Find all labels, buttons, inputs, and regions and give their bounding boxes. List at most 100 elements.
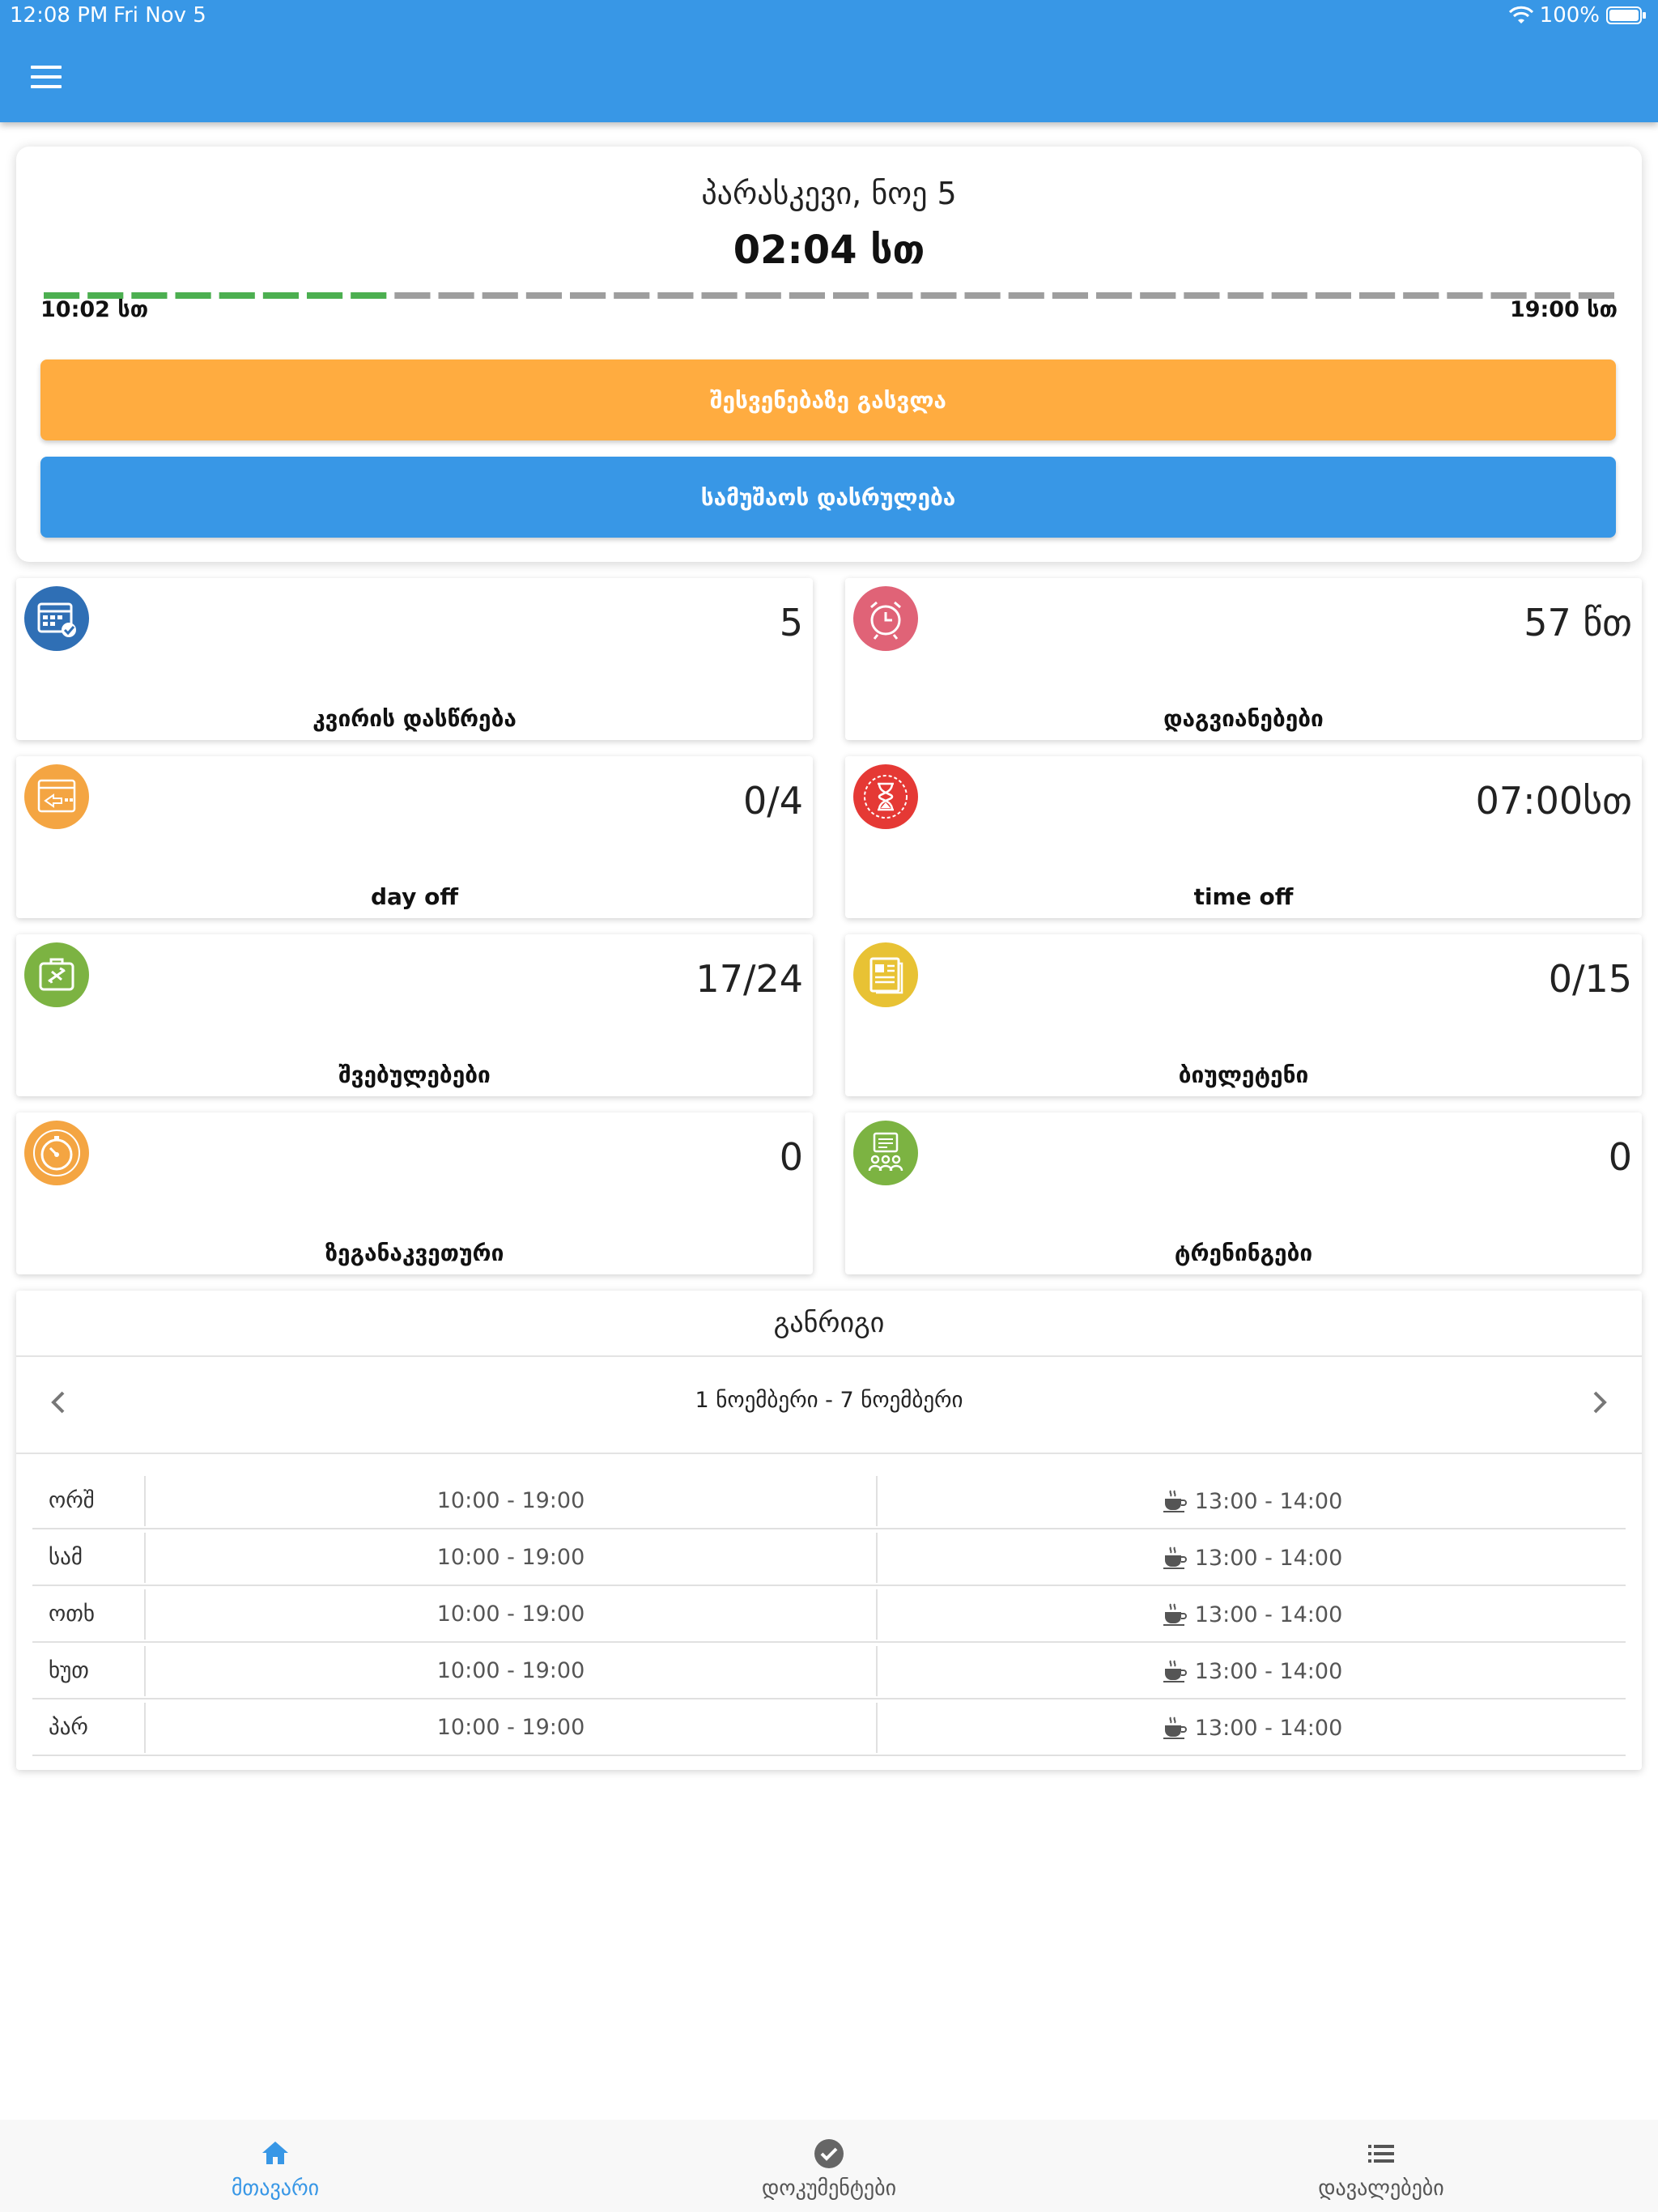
progress-segment-remaining (920, 292, 957, 299)
chevron-right-icon[interactable] (1587, 1386, 1611, 1419)
calendar-check-icon (24, 586, 89, 651)
app-header: 12:08 PM Fri Nov 5 100% (0, 0, 1658, 122)
stat-value: 17/24 (695, 957, 803, 1001)
progress-segment-remaining (1184, 292, 1220, 299)
progress-segment-done (307, 292, 343, 299)
stat-value: 57 წთ (1524, 601, 1632, 644)
stopwatch-icon (24, 1121, 89, 1185)
progress-segment-remaining (614, 292, 650, 299)
progress-segment-done (219, 292, 255, 299)
shift-start-time: 10:02 სთ (40, 297, 149, 322)
status-indicators: 100% (1508, 3, 1647, 28)
progress-segment-remaining (1140, 292, 1176, 299)
progress-segment-remaining (1096, 292, 1133, 299)
stat-tile-time-off[interactable]: 07:00სთ time off (845, 756, 1642, 918)
stat-label: კვირის დასწრება (312, 705, 517, 732)
progress-segment-remaining (525, 292, 562, 299)
battery-icon (1606, 6, 1646, 24)
schedule-day: ორშ (49, 1488, 95, 1513)
stat-tile-trainings[interactable]: 0 ტრენინგები (845, 1112, 1642, 1274)
schedule-day: ხუთ (49, 1658, 89, 1683)
tab-label: დოკუმენტები (761, 2176, 897, 2201)
coffee-cup-icon (1163, 1546, 1187, 1569)
progress-segment-remaining (745, 292, 781, 299)
worked-time: 02:04 სთ (733, 228, 925, 273)
coffee-cup-icon (1163, 1716, 1187, 1739)
progress-segment-remaining (1227, 292, 1264, 299)
stat-tile-weekly-attendance[interactable]: 5 კვირის დასწრება (16, 578, 813, 740)
progress-segment-remaining (1447, 292, 1483, 299)
progress-segment-remaining (1271, 292, 1307, 299)
tab-label: დავალებები (1318, 2176, 1444, 2201)
tab-home[interactable]: მთავარი (113, 2120, 437, 2212)
progress-segment-done (351, 292, 387, 299)
progress-segment-remaining (789, 292, 825, 299)
stat-label: time off (1193, 883, 1294, 910)
stat-value: 5 (779, 601, 803, 644)
progress-segment-remaining (657, 292, 694, 299)
stat-tile-sick-leave[interactable]: 0/15 ბიულეტენი (845, 934, 1642, 1096)
progress-segment-remaining (482, 292, 518, 299)
schedule-title: განრიგი (773, 1307, 885, 1339)
schedule-hours: 10:00 - 19:00 (436, 1488, 585, 1513)
coffee-cup-icon (1163, 1660, 1187, 1682)
break-time: 13:00 - 14:00 (1194, 1545, 1343, 1571)
coffee-cup-icon (1163, 1603, 1187, 1626)
today-card: პარასკევი, ნოე 5 02:04 სთ 10:02 სთ 19:00… (16, 147, 1642, 562)
schedule-break: 13:00 - 14:00 (878, 1529, 1626, 1586)
stat-label: შვებულებები (338, 1061, 491, 1088)
tab-label: მთავარი (231, 2176, 320, 2201)
schedule-hours: 10:00 - 19:00 (436, 1602, 585, 1627)
stat-value: 07:00სთ (1475, 779, 1632, 823)
battery-percent: 100% (1539, 3, 1600, 28)
schedule-hours: 10:00 - 19:00 (436, 1545, 585, 1570)
calendar-arrow-icon (24, 764, 89, 829)
stat-label: ზეგანაკვეთური (325, 1240, 504, 1266)
stat-tile-vacations[interactable]: 17/24 შვებულებები (16, 934, 813, 1096)
stat-label: day off (371, 883, 458, 910)
schedule-table: ორშ 10:00 - 19:00 13:00 - 14:00 სამ 10:0… (32, 1473, 1626, 1756)
schedule-break: 13:00 - 14:00 (878, 1699, 1626, 1756)
status-time: 12:08 PM (10, 3, 108, 28)
status-date: Fri Nov 5 (113, 3, 206, 28)
progress-segment-remaining (833, 292, 869, 299)
schedule-row: ხუთ 10:00 - 19:00 13:00 - 14:00 (32, 1643, 1626, 1699)
schedule-row: სამ 10:00 - 19:00 13:00 - 14:00 (32, 1529, 1626, 1586)
progress-segment-remaining (1052, 292, 1088, 299)
stat-tile-day-off[interactable]: 0/4 day off (16, 756, 813, 918)
progress-segment-remaining (877, 292, 913, 299)
progress-segment-remaining (438, 292, 474, 299)
stat-label: ტრენინგები (1174, 1240, 1313, 1266)
stat-value: 0/15 (1548, 957, 1632, 1001)
stat-tile-lateness[interactable]: 57 წთ დაგვიანებები (845, 578, 1642, 740)
break-time: 13:00 - 14:00 (1194, 1602, 1343, 1627)
progress-segment-remaining (394, 292, 431, 299)
stat-value: 0 (1608, 1135, 1632, 1179)
stat-label: ბიულეტენი (1178, 1061, 1309, 1088)
stat-tile-overtime[interactable]: 0 ზეგანაკვეთური (16, 1112, 813, 1274)
divider (16, 1355, 1642, 1357)
bottom-tab-bar: მთავარი დოკუმენტები დავალებები (0, 2120, 1658, 2212)
tab-documents[interactable]: დოკუმენტები (667, 2120, 991, 2212)
schedule-day: პარ (49, 1715, 88, 1740)
hamburger-menu-icon[interactable] (31, 66, 62, 90)
go-on-break-button[interactable]: შესვენებაზე გასვლა (40, 359, 1616, 440)
tab-tasks[interactable]: დავალებები (1219, 2120, 1543, 2212)
schedule-break: 13:00 - 14:00 (878, 1586, 1626, 1643)
progress-segment-remaining (964, 292, 1001, 299)
hourglass-icon (853, 764, 918, 829)
schedule-break: 13:00 - 14:00 (878, 1643, 1626, 1699)
shift-end-time: 19:00 სთ (1509, 297, 1618, 322)
alarm-clock-icon (853, 586, 918, 651)
today-date: პარასკევი, ნოე 5 (701, 176, 957, 211)
progress-segment-remaining (1359, 292, 1396, 299)
stat-value: 0 (779, 1135, 803, 1179)
schedule-hours: 10:00 - 19:00 (436, 1715, 585, 1740)
wifi-icon (1508, 6, 1533, 23)
break-time: 13:00 - 14:00 (1194, 1658, 1343, 1684)
progress-segment-remaining (701, 292, 738, 299)
end-work-button[interactable]: სამუშაოს დასრულება (40, 457, 1616, 538)
home-icon (262, 2142, 288, 2164)
schedule-card: განრიგი 1 ნოემბერი - 7 ნოემბერი ორშ 10:0… (16, 1291, 1642, 1770)
progress-segment-remaining (1315, 292, 1351, 299)
